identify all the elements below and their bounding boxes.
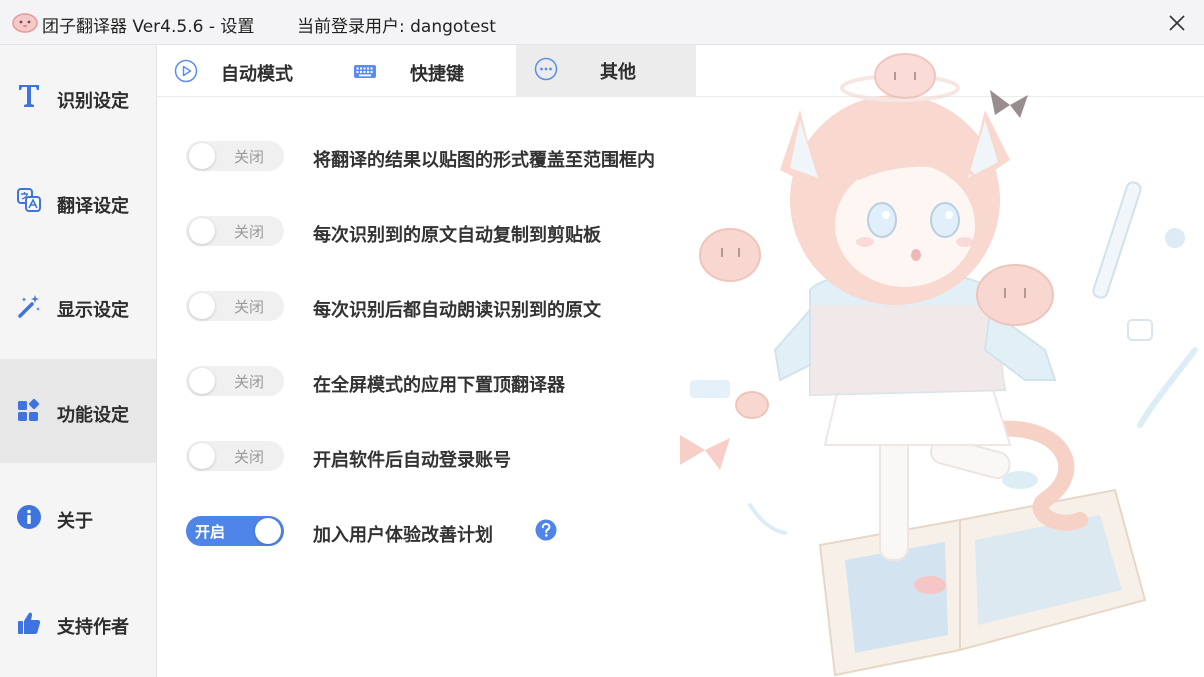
toggle-state-label: 开启: [195, 523, 226, 541]
toggle-state-label: 关闭: [234, 298, 265, 316]
app-logo-icon: [12, 13, 38, 33]
apps-grid-icon: [18, 398, 40, 421]
sidebar-item-label: 翻译设定: [57, 196, 129, 217]
more-dots-icon: [534, 57, 558, 81]
option-label: 每次识别后都自动朗读识别到的原文: [313, 300, 601, 321]
option-label: 加入用户体验改善计划: [313, 525, 493, 546]
overlay-result-toggle[interactable]: 关闭: [186, 141, 284, 171]
tab-auto-mode[interactable]: 自动模式: [157, 45, 337, 96]
toggle-knob: [189, 443, 215, 469]
option-label: 将翻译的结果以贴图的形式覆盖至范围框内: [313, 150, 655, 171]
sidebar-item-label: 显示设定: [57, 300, 129, 321]
sidebar-item-label: 关于: [57, 511, 93, 532]
window-title: 团子翻译器 Ver4.5.6 - 设置: [42, 17, 255, 37]
sidebar-item-features[interactable]: 功能设定: [0, 359, 156, 463]
toggle-knob: [189, 218, 215, 244]
character-illustration: [680, 53, 1198, 677]
close-icon[interactable]: [1164, 10, 1190, 36]
toggle-knob: [255, 518, 281, 544]
translate-icon: [17, 188, 41, 212]
toggle-knob: [189, 368, 215, 394]
auto-login-toggle[interactable]: 关闭: [186, 441, 284, 471]
text-t-icon: [19, 85, 39, 107]
keyboard-icon: [354, 65, 376, 78]
magic-wand-icon: [18, 295, 40, 318]
always-on-top-toggle[interactable]: 关闭: [186, 366, 284, 396]
toggle-state-label: 关闭: [234, 223, 265, 241]
option-label: 开启软件后自动登录账号: [313, 450, 511, 471]
sidebar-item-recognition[interactable]: 识别设定: [0, 45, 156, 149]
tab-label: 其他: [600, 62, 636, 83]
ux-program-toggle[interactable]: 开启: [186, 516, 284, 546]
sidebar-item-label: 支持作者: [57, 617, 129, 638]
sidebar-item-display[interactable]: 显示设定: [0, 253, 156, 357]
thumbs-up-icon: [18, 612, 41, 634]
tab-shortcuts[interactable]: 快捷键: [337, 45, 516, 96]
sidebar-item-about[interactable]: 关于: [0, 463, 156, 567]
current-user-label: 当前登录用户: dangotest: [297, 17, 496, 37]
sidebar: 识别设定 翻译设定 显示设定 功能设定 关于 支持作者: [0, 45, 157, 677]
toggle-state-label: 关闭: [234, 373, 265, 391]
option-label: 每次识别到的原文自动复制到剪贴板: [313, 225, 601, 246]
toggle-knob: [189, 293, 215, 319]
question-help-icon[interactable]: [535, 519, 557, 541]
title-bar: 团子翻译器 Ver4.5.6 - 设置 当前登录用户: dangotest: [0, 0, 1204, 45]
info-icon: [17, 505, 41, 529]
sidebar-item-translation[interactable]: 翻译设定: [0, 149, 156, 253]
tab-label: 自动模式: [221, 64, 293, 85]
auto-copy-toggle[interactable]: 关闭: [186, 216, 284, 246]
auto-read-toggle[interactable]: 关闭: [186, 291, 284, 321]
toggle-state-label: 关闭: [234, 448, 265, 466]
option-label: 在全屏模式的应用下置顶翻译器: [313, 375, 565, 396]
toggle-state-label: 关闭: [234, 148, 265, 166]
toggle-knob: [189, 143, 215, 169]
tab-label: 快捷键: [410, 64, 464, 85]
sidebar-item-support[interactable]: 支持作者: [0, 567, 156, 671]
sidebar-item-label: 功能设定: [57, 405, 129, 426]
play-circle-icon: [174, 59, 198, 83]
sidebar-item-label: 识别设定: [57, 91, 129, 112]
